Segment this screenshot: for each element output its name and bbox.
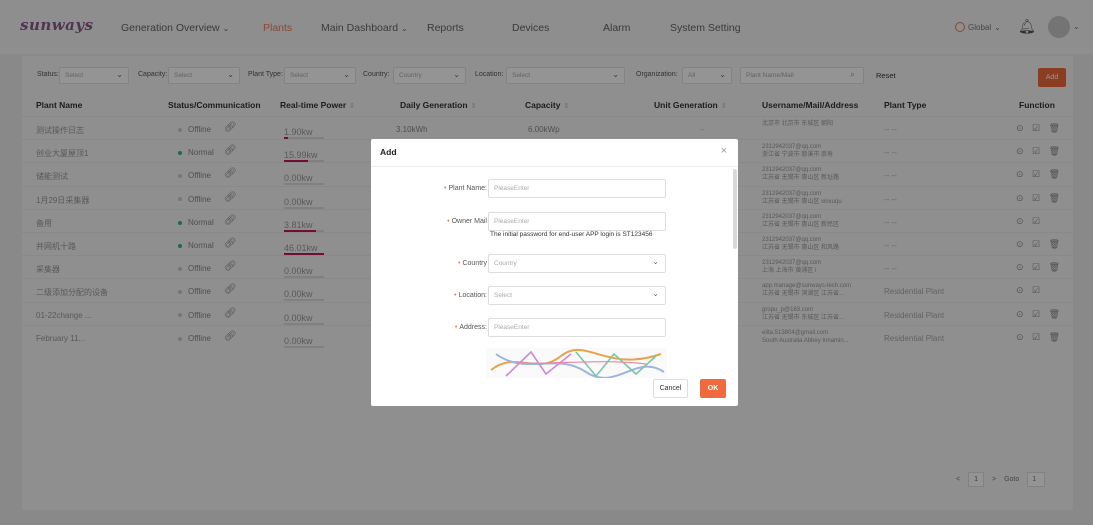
chevron-down-icon: ⌄ <box>652 257 659 266</box>
country-label: • Country <box>458 260 487 267</box>
plant-name-input[interactable]: PleaseEnter <box>488 179 666 198</box>
placeholder: Select <box>494 292 513 299</box>
scrollbar[interactable] <box>733 169 737 249</box>
dialog-title: Add <box>380 147 397 157</box>
divider <box>371 166 738 167</box>
label-text: Address: <box>459 324 487 331</box>
placeholder: Country <box>494 260 517 267</box>
close-icon[interactable]: × <box>721 145 727 157</box>
address-input[interactable]: PleaseEnter <box>488 318 666 337</box>
address-label: • Address: <box>454 324 487 331</box>
label-text: Owner Mail <box>451 218 487 225</box>
chevron-down-icon: ⌄ <box>652 289 659 298</box>
cancel-button[interactable]: Cancel <box>653 379 688 398</box>
placeholder: PleaseEnter <box>494 218 530 225</box>
country-select[interactable]: Country ⌄ <box>488 254 666 273</box>
location-label: • Location: <box>454 292 487 299</box>
add-plant-dialog: Add × • Plant Name: PleaseEnter • Owner Ma… <box>371 139 738 406</box>
password-hint: The initial password for end-user APP lo… <box>490 231 653 238</box>
plant-name-label: • Plant Name: <box>444 185 487 192</box>
label-text: Country <box>462 260 487 267</box>
owner-mail-label: • Owner Mail <box>447 218 487 225</box>
captcha-image[interactable] <box>486 348 667 378</box>
label-text: Plant Name: <box>448 185 487 192</box>
placeholder: PleaseEnter <box>494 185 530 192</box>
owner-mail-input[interactable]: PleaseEnter <box>488 212 666 231</box>
ok-button[interactable]: OK <box>700 379 726 398</box>
label-text: Location: <box>458 292 487 299</box>
placeholder: PleaseEnter <box>494 324 530 331</box>
location-select[interactable]: Select ⌄ <box>488 286 666 305</box>
